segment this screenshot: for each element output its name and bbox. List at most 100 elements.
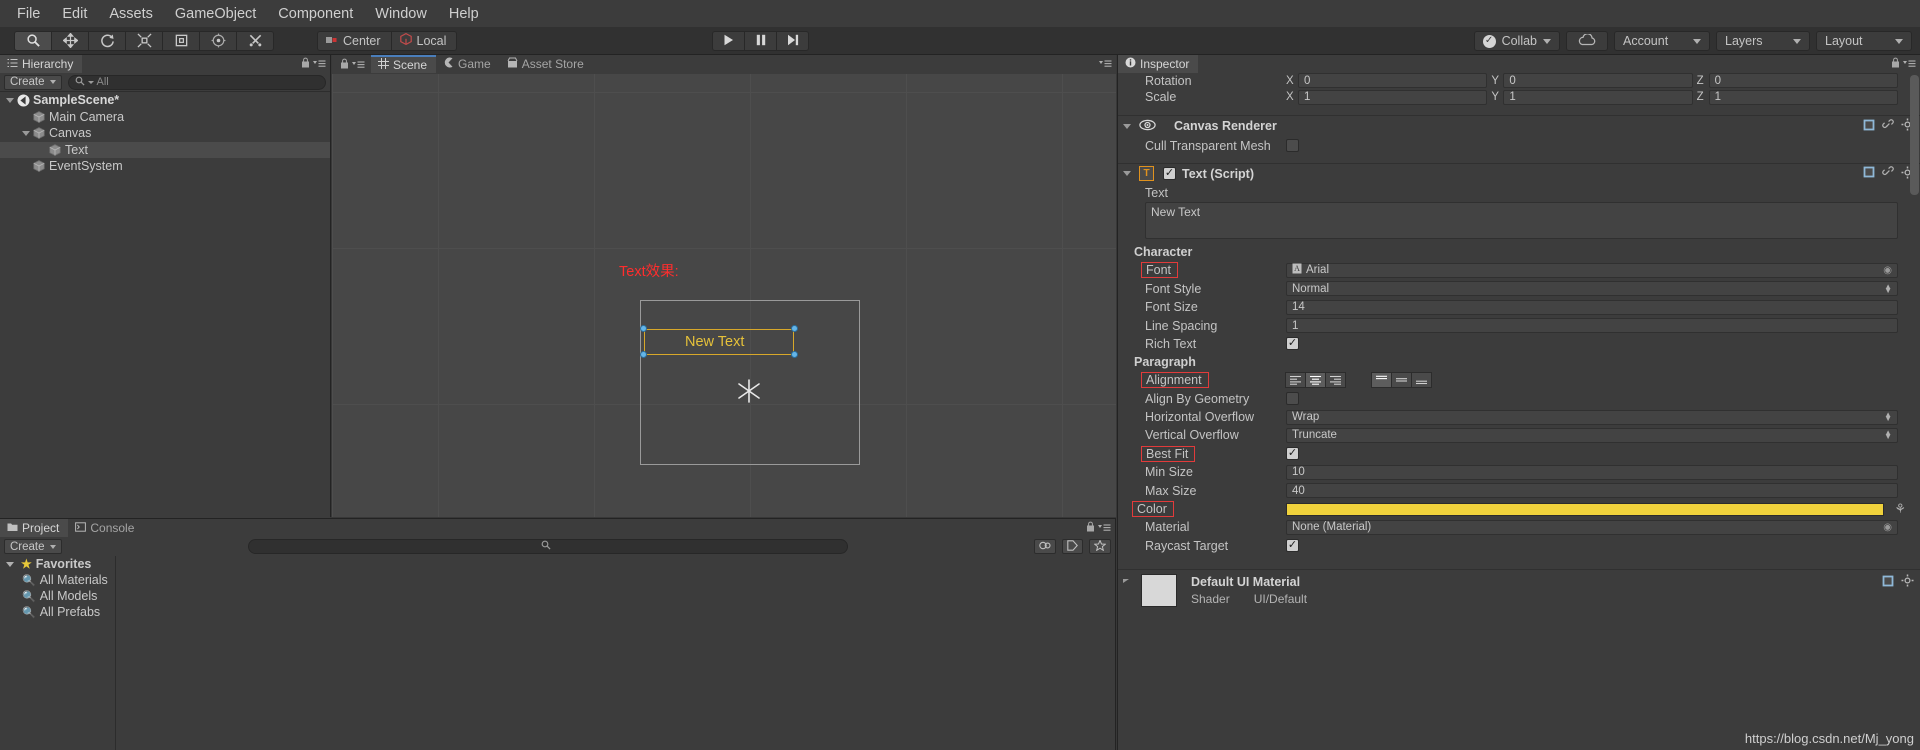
tab-game[interactable]: Game (436, 55, 500, 73)
play-button[interactable] (712, 31, 745, 51)
component-default-ui-material-header[interactable]: Default UI Material Shader UI/Default (1118, 569, 1920, 611)
resize-handle-br[interactable] (791, 351, 798, 358)
hierarchy-row[interactable]: Text (0, 141, 330, 158)
preset-icon[interactable] (1882, 575, 1894, 590)
chevron-down-icon[interactable] (1123, 171, 1131, 177)
favorites-header[interactable]: ★ Favorites (0, 556, 115, 572)
align-by-geometry-checkbox[interactable]: ✓ (1286, 392, 1299, 406)
panel-menu-icon[interactable] (352, 57, 365, 72)
panel-menu-icon[interactable] (1099, 56, 1112, 71)
tab-inspector[interactable]: Inspector (1118, 55, 1199, 73)
material-object-field[interactable]: None (Material) ◉ (1286, 519, 1898, 535)
move-tool-button[interactable] (51, 30, 89, 51)
combined-transform-tool-button[interactable] (199, 30, 237, 51)
favorite-all-prefabs[interactable]: 🔍 All Prefabs (0, 604, 115, 620)
scale-x[interactable]: X1 (1286, 89, 1488, 105)
inspector-scrollbar[interactable] (1910, 75, 1919, 195)
hierarchy-create-button[interactable]: Create (4, 74, 62, 90)
space-mode-button[interactable]: Local (390, 30, 458, 51)
scale-z-value[interactable]: 1 (1708, 89, 1898, 105)
project-filter-type-button[interactable] (1062, 539, 1083, 554)
rotation-x-value[interactable]: 0 (1298, 73, 1488, 88)
scale-y[interactable]: Y1 (1491, 89, 1693, 105)
lock-icon[interactable] (1086, 520, 1095, 535)
favorite-all-materials[interactable]: 🔍 All Materials (0, 572, 115, 588)
pivot-mode-button[interactable]: Center (317, 30, 392, 51)
rotation-y[interactable]: Y0 (1491, 73, 1693, 88)
chevron-down-icon[interactable] (22, 130, 30, 136)
font-size-input[interactable]: 14 (1286, 299, 1898, 315)
component-text-script-header[interactable]: T ✓ Text (Script) (1118, 162, 1920, 184)
cull-transparent-mesh-checkbox[interactable]: ✓ (1286, 139, 1299, 153)
favorite-all-models[interactable]: 🔍 All Models (0, 588, 115, 604)
link-icon[interactable] (1882, 166, 1894, 181)
rich-text-checkbox[interactable]: ✓ (1286, 337, 1299, 351)
font-value-field[interactable]: A Arial ◉ (1286, 262, 1898, 278)
horizontal-overflow-dropdown[interactable]: Wrap ▲ ▼ (1286, 409, 1898, 425)
link-icon[interactable] (1882, 119, 1894, 134)
tab-console[interactable]: Console (68, 519, 143, 537)
align-middle-button[interactable] (1391, 372, 1412, 389)
resize-handle-bl[interactable] (640, 351, 647, 358)
text-script-enabled-checkbox[interactable]: ✓ (1163, 167, 1176, 181)
hierarchy-row[interactable]: EventSystem (0, 158, 330, 175)
menu-item-edit[interactable]: Edit (51, 2, 98, 26)
rotation-y-value[interactable]: 0 (1503, 73, 1693, 88)
tab-asset-store[interactable]: Asset Store (500, 55, 593, 73)
chevron-down-icon[interactable] (1123, 123, 1131, 129)
menu-item-help[interactable]: Help (438, 2, 490, 26)
menu-item-component[interactable]: Component (267, 2, 364, 26)
menu-item-window[interactable]: Window (364, 2, 438, 26)
gear-icon[interactable] (1901, 574, 1914, 590)
preset-icon[interactable] (1863, 166, 1875, 181)
chevron-right-icon[interactable] (1123, 579, 1129, 584)
hand-tool-button[interactable] (14, 30, 52, 51)
scale-z[interactable]: Z1 (1697, 89, 1898, 105)
panel-menu-icon[interactable] (1903, 56, 1916, 71)
eyedropper-icon[interactable]: ⚘ (1894, 501, 1906, 517)
font-style-dropdown[interactable]: Normal ▲ ▼ (1286, 281, 1898, 297)
align-top-button[interactable] (1371, 372, 1392, 389)
object-picker-icon[interactable]: ◉ (1883, 522, 1892, 533)
line-spacing-input[interactable]: 1 (1286, 318, 1898, 334)
preset-icon[interactable] (1863, 119, 1875, 134)
chevron-down-icon[interactable] (6, 97, 14, 103)
menu-item-gameobject[interactable]: GameObject (164, 2, 267, 26)
tab-hierarchy[interactable]: Hierarchy (0, 55, 83, 73)
rotation-z[interactable]: Z0 (1697, 73, 1898, 88)
rotation-x[interactable]: X0 (1286, 73, 1488, 88)
pause-button[interactable] (744, 31, 777, 51)
raycast-target-checkbox[interactable]: ✓ (1286, 539, 1299, 553)
rotation-z-value[interactable]: 0 (1708, 73, 1898, 88)
hierarchy-row[interactable]: Main Camera (0, 109, 330, 126)
align-bottom-button[interactable] (1411, 372, 1432, 389)
layout-button[interactable]: Layout (1816, 31, 1912, 51)
resize-handle-tr[interactable] (791, 325, 798, 332)
scale-tool-button[interactable] (125, 30, 163, 51)
step-button[interactable] (776, 31, 809, 51)
lock-icon[interactable] (340, 57, 349, 72)
best-fit-checkbox[interactable]: ✓ (1286, 447, 1299, 461)
hierarchy-search-input[interactable]: All (67, 74, 326, 90)
collab-button[interactable]: ✓ Collab (1473, 31, 1560, 51)
cloud-button[interactable] (1566, 31, 1608, 51)
tab-project[interactable]: Project (0, 519, 69, 537)
align-center-button[interactable] (1305, 372, 1326, 389)
vertical-overflow-dropdown[interactable]: Truncate ▲ ▼ (1286, 427, 1898, 443)
max-size-input[interactable]: 40 (1286, 483, 1898, 499)
scale-y-value[interactable]: 1 (1503, 89, 1693, 105)
align-right-button[interactable] (1325, 372, 1346, 389)
panel-menu-icon[interactable] (313, 56, 326, 71)
lock-icon[interactable] (1891, 56, 1900, 71)
rect-tool-button[interactable] (162, 30, 200, 51)
project-search-input[interactable] (247, 539, 848, 554)
lock-icon[interactable] (301, 56, 310, 71)
menu-item-file[interactable]: File (6, 2, 51, 26)
shader-value[interactable]: UI/Default (1254, 592, 1307, 606)
rotate-tool-button[interactable] (88, 30, 126, 51)
project-create-button[interactable]: Create (4, 539, 62, 554)
resize-handle-tl[interactable] (640, 325, 647, 332)
panel-menu-icon[interactable] (1098, 520, 1111, 535)
min-size-input[interactable]: 10 (1286, 464, 1898, 480)
text-value-textarea[interactable]: New Text (1145, 202, 1898, 240)
